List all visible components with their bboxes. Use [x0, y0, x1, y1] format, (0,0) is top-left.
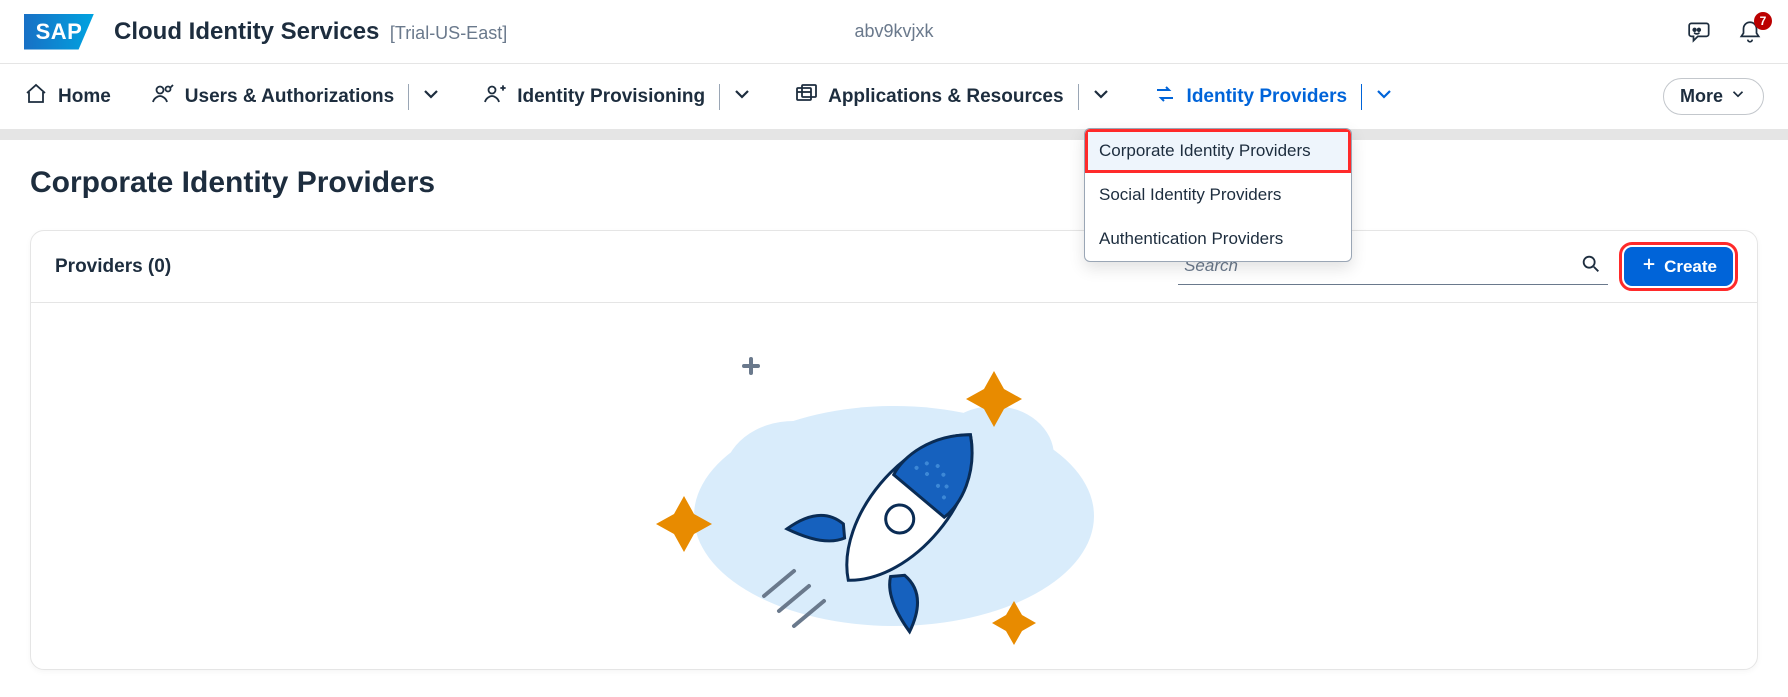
search-icon[interactable]	[1580, 253, 1602, 280]
chevron-down-icon[interactable]	[1372, 82, 1396, 112]
nav-label-applications: Applications & Resources	[828, 86, 1063, 108]
providers-count-label: Providers (0)	[55, 256, 171, 278]
tenant-id: abv9kvjxk	[854, 21, 933, 42]
provisioning-icon	[483, 82, 507, 112]
nav-label-users: Users & Authorizations	[185, 86, 394, 108]
separator-strip	[0, 130, 1788, 140]
identity-providers-dropdown: Corporate Identity Providers Social Iden…	[1084, 128, 1352, 262]
nav-separator	[1078, 84, 1079, 110]
nav-item-applications[interactable]: Applications & Resources	[794, 78, 1112, 116]
create-label: Create	[1664, 257, 1717, 277]
nav-item-users[interactable]: Users & Authorizations	[151, 78, 443, 116]
card-header: Providers (0) Create	[31, 231, 1757, 303]
create-button[interactable]: Create	[1624, 247, 1733, 286]
empty-state-illustration	[31, 303, 1757, 669]
home-icon	[24, 82, 48, 112]
feedback-icon[interactable]	[1686, 18, 1714, 46]
app-subtitle: [Trial-US-East]	[390, 23, 507, 43]
nav-item-provisioning[interactable]: Identity Provisioning	[483, 78, 754, 116]
shell-header: SAP Cloud Identity Services [Trial-US-Ea…	[0, 0, 1788, 64]
dropdown-item-social-idp[interactable]: Social Identity Providers	[1085, 173, 1351, 217]
applications-icon	[794, 82, 818, 112]
header-actions: 7	[1686, 18, 1764, 46]
nav-item-identity-providers[interactable]: Identity Providers	[1153, 78, 1397, 116]
providers-card: Providers (0) Create	[30, 230, 1758, 670]
chevron-down-icon	[1729, 85, 1747, 108]
plus-icon	[1640, 255, 1658, 278]
nav-more-button[interactable]: More	[1663, 78, 1764, 115]
nav-label-more: More	[1680, 86, 1723, 107]
sync-icon	[1153, 82, 1177, 112]
sap-logo: SAP	[24, 14, 94, 50]
page-title-area: Corporate Identity Providers	[0, 140, 1788, 230]
users-icon	[151, 82, 175, 112]
app-title-wrap: Cloud Identity Services [Trial-US-East]	[114, 18, 507, 46]
nav-label-idp: Identity Providers	[1187, 86, 1348, 108]
nav-separator	[719, 84, 720, 110]
nav-separator	[1361, 84, 1362, 110]
nav-label-home: Home	[58, 86, 111, 108]
nav-label-provisioning: Identity Provisioning	[517, 86, 705, 108]
notification-badge: 7	[1754, 12, 1772, 30]
page-title: Corporate Identity Providers	[30, 166, 1758, 200]
chevron-down-icon[interactable]	[1089, 82, 1113, 112]
nav-separator	[408, 84, 409, 110]
dropdown-item-auth-providers[interactable]: Authentication Providers	[1085, 217, 1351, 261]
nav-item-home[interactable]: Home	[24, 78, 111, 116]
chevron-down-icon[interactable]	[419, 82, 443, 112]
app-title: Cloud Identity Services	[114, 18, 379, 45]
bell-icon[interactable]: 7	[1736, 18, 1764, 46]
dropdown-item-corporate-idp[interactable]: Corporate Identity Providers	[1085, 129, 1351, 173]
nav-bar: Home Users & Authorizations Identity Pro…	[0, 64, 1788, 130]
chevron-down-icon[interactable]	[730, 82, 754, 112]
